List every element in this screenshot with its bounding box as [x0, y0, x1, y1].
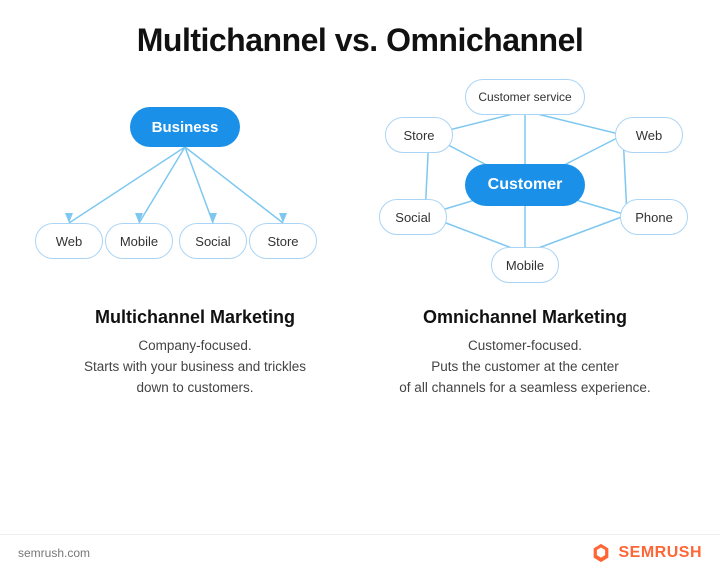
semrush-logo: SEMRUSH	[590, 542, 702, 564]
store-node-omni: Store	[385, 117, 453, 153]
omnichannel-desc: Customer-focused.Puts the customer at th…	[375, 336, 675, 399]
diagrams-row: Business Web Mobile Social Store	[0, 75, 720, 295]
mobile-node-omni: Mobile	[491, 247, 559, 283]
omnichannel-title: Omnichannel Marketing	[375, 307, 675, 328]
labels-row: Multichannel Marketing Company-focused.S…	[0, 295, 720, 399]
semrush-text: SEMRUSH	[618, 544, 702, 562]
store-node-multi: Store	[249, 223, 317, 259]
multichannel-title: Multichannel Marketing	[45, 307, 345, 328]
web-node-multi: Web	[35, 223, 103, 259]
social-node-multi: Social	[179, 223, 247, 259]
business-node: Business	[130, 107, 240, 147]
web-node-omni: Web	[615, 117, 683, 153]
semrush-icon	[590, 542, 612, 564]
customer-node: Customer	[465, 164, 585, 206]
footer: semrush.com SEMRUSH	[0, 534, 720, 570]
multichannel-desc: Company-focused.Starts with your busines…	[45, 336, 345, 399]
multichannel-diagram: Business Web Mobile Social Store	[35, 75, 335, 295]
page-title: Multichannel vs. Omnichannel	[0, 0, 720, 75]
phone-node: Phone	[620, 199, 688, 235]
footer-url: semrush.com	[18, 546, 90, 560]
omnichannel-diagram: Customer Customer service Web Phone Mobi…	[365, 75, 685, 295]
social-node-omni: Social	[379, 199, 447, 235]
omnichannel-label: Omnichannel Marketing Customer-focused.P…	[375, 307, 675, 399]
customer-service-node: Customer service	[465, 79, 585, 115]
mobile-node-multi: Mobile	[105, 223, 173, 259]
multichannel-label: Multichannel Marketing Company-focused.S…	[45, 307, 345, 399]
